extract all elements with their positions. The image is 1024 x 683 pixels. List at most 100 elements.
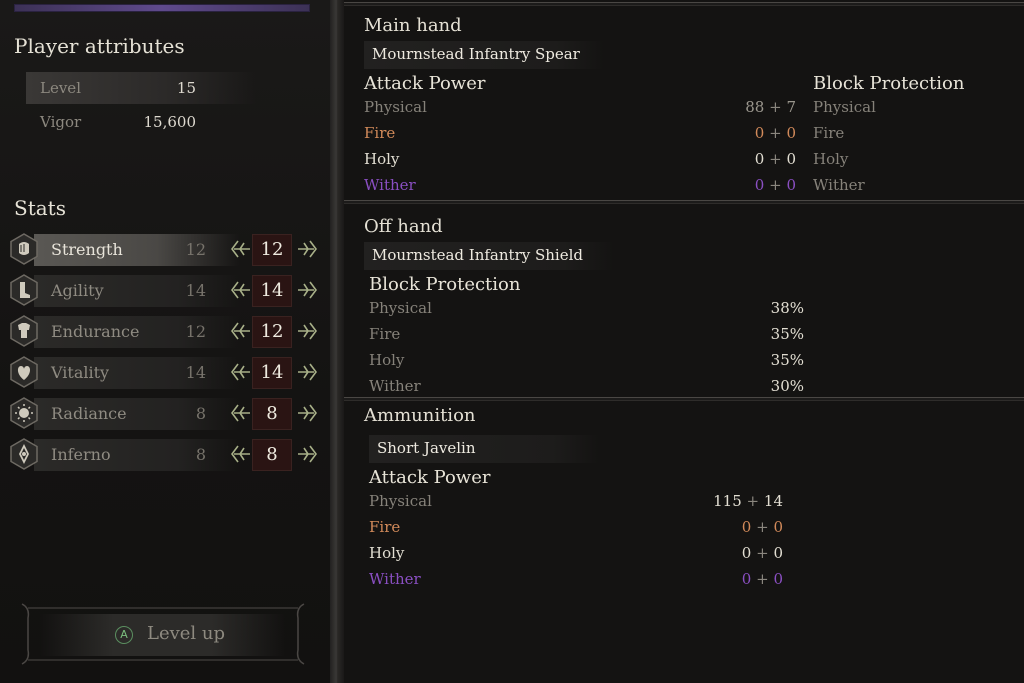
divider-line [344, 2, 1024, 6]
level-up-button[interactable]: A Level up [40, 614, 285, 656]
stat-row-agility[interactable]: Agility 14 14 [6, 273, 326, 309]
attribute-value: 15,600 [143, 113, 197, 131]
attack-value-holy: 0 + 0 [754, 150, 796, 168]
attack-value-physical: 88 + 7 [745, 98, 796, 116]
attack-label-holy: Holy [369, 544, 405, 562]
stat-base-value: 8 [195, 404, 206, 423]
main-hand-item[interactable]: Mournstead Infantry Spear [364, 41, 604, 69]
block-label-wither: Wither [813, 176, 865, 194]
attack-value-fire: 0 + 0 [754, 124, 796, 142]
stats-title: Stats [14, 196, 66, 220]
attribute-row-level: Level 15 [26, 72, 256, 104]
stat-base-value: 12 [185, 322, 206, 341]
block-label-fire: Fire [813, 124, 845, 142]
stat-value: 8 [266, 444, 278, 465]
decrease-arrow-icon[interactable] [228, 318, 252, 344]
block-value-holy: 35% [770, 351, 804, 369]
attack-label-fire: Fire [369, 518, 401, 536]
increase-arrow-icon[interactable] [296, 318, 320, 344]
block-label-fire: Fire [369, 325, 401, 343]
block-value-fire: 35% [770, 325, 804, 343]
block-label-holy: Holy [813, 150, 849, 168]
ammunition-item[interactable]: Short Javelin [369, 435, 599, 463]
stat-base-value: 14 [185, 363, 206, 382]
attribute-label: Level [40, 79, 81, 97]
decrease-arrow-icon[interactable] [228, 236, 252, 262]
attack-value-fire: 0 + 0 [741, 518, 783, 536]
stat-value: 14 [260, 362, 284, 383]
attribute-value: 15 [176, 79, 196, 97]
stat-value-box: 14 [252, 357, 292, 389]
attack-label-wither: Wither [369, 570, 421, 588]
block-protection-title: Block Protection [369, 274, 521, 295]
a-button-icon: A [115, 626, 133, 644]
off-hand-item[interactable]: Mournstead Infantry Shield [364, 242, 614, 270]
stat-row-inferno[interactable]: Inferno 8 8 [6, 437, 326, 473]
stat-value-box: 8 [252, 439, 292, 471]
attack-value-holy: 0 + 0 [741, 544, 783, 562]
increase-arrow-icon[interactable] [296, 441, 320, 467]
stat-base-value: 12 [185, 240, 206, 259]
divider-line [344, 397, 1024, 401]
block-label-wither: Wither [369, 377, 421, 395]
flame-icon [10, 438, 38, 470]
stat-label: Endurance [51, 322, 140, 341]
experience-bar [14, 4, 310, 12]
boot-icon [10, 274, 38, 306]
stat-row-strength[interactable]: Strength 12 12 [6, 232, 326, 268]
stat-value: 14 [260, 280, 284, 301]
panel-divider [330, 0, 344, 683]
decrease-arrow-icon[interactable] [228, 359, 252, 385]
stat-value: 8 [266, 403, 278, 424]
off-hand-title: Off hand [364, 216, 443, 237]
stat-base-value: 14 [185, 281, 206, 300]
heart-icon [10, 356, 38, 388]
stat-row-radiance[interactable]: Radiance 8 8 [6, 396, 326, 432]
decrease-arrow-icon[interactable] [228, 441, 252, 467]
increase-arrow-icon[interactable] [296, 400, 320, 426]
stat-base-value: 8 [195, 445, 206, 464]
attack-label-physical: Physical [369, 492, 432, 510]
decrease-arrow-icon[interactable] [228, 277, 252, 303]
block-label-holy: Holy [369, 351, 405, 369]
block-label-physical: Physical [369, 299, 432, 317]
attribute-row-vigor: Vigor 15,600 [26, 106, 256, 138]
stat-row-vitality[interactable]: Vitality 14 14 [6, 355, 326, 391]
attack-value-wither: 0 + 0 [741, 570, 783, 588]
stat-label: Strength [51, 240, 123, 259]
block-value-physical: 38% [770, 299, 804, 317]
stat-value-box: 8 [252, 398, 292, 430]
attack-label-physical: Physical [364, 98, 427, 116]
stat-label: Inferno [51, 445, 111, 464]
stat-value-box: 14 [252, 275, 292, 307]
stat-label: Vitality [51, 363, 110, 382]
increase-arrow-icon[interactable] [296, 236, 320, 262]
stat-label: Radiance [51, 404, 127, 423]
stat-value: 12 [260, 239, 284, 260]
equipment-panel: Main hand Mournstead Infantry Spear Atta… [344, 0, 1024, 683]
stat-value-box: 12 [252, 316, 292, 348]
stat-row-endurance[interactable]: Endurance 12 12 [6, 314, 326, 350]
increase-arrow-icon[interactable] [296, 359, 320, 385]
ammunition-title: Ammunition [364, 405, 476, 426]
main-hand-title: Main hand [364, 15, 462, 36]
attributes-panel: Player attributes Level 15 Vigor 15,600 … [0, 0, 330, 683]
attack-label-fire: Fire [364, 124, 396, 142]
stat-label: Agility [51, 281, 104, 300]
attack-power-title: Attack Power [369, 467, 491, 488]
attribute-label: Vigor [40, 113, 82, 131]
sun-icon [10, 397, 38, 429]
decrease-arrow-icon[interactable] [228, 400, 252, 426]
attack-label-wither: Wither [364, 176, 416, 194]
stat-value: 12 [260, 321, 284, 342]
attack-value-wither: 0 + 0 [754, 176, 796, 194]
divider-line [344, 200, 1024, 204]
block-label-physical: Physical [813, 98, 876, 116]
increase-arrow-icon[interactable] [296, 277, 320, 303]
attack-value-physical: 115 + 14 [713, 492, 783, 510]
attack-power-title: Attack Power [364, 73, 486, 94]
block-value-wither: 30% [770, 377, 804, 395]
block-protection-title: Block Protection [813, 73, 965, 94]
player-attributes-title: Player attributes [14, 34, 185, 58]
armor-icon [10, 315, 38, 347]
